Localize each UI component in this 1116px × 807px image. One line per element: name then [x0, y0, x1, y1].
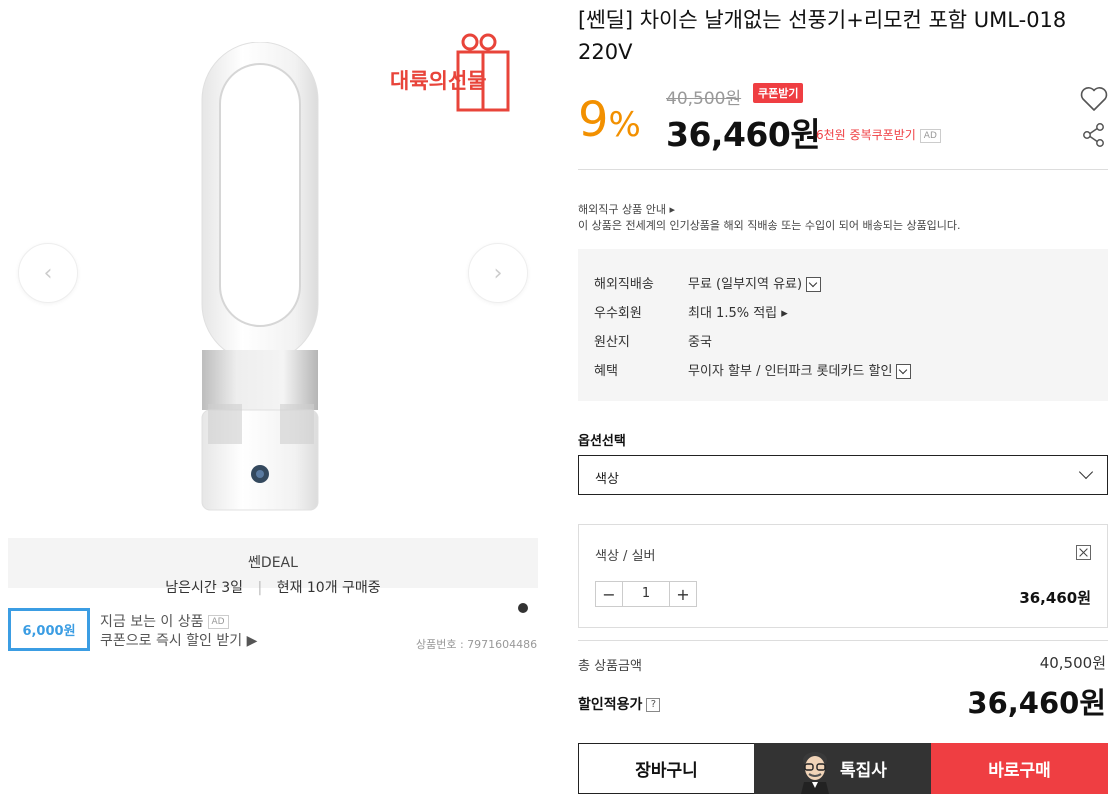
talk-assistant-label: 톡집사: [840, 761, 887, 781]
info-value-link[interactable]: 최대 1.5% 적립 ▸: [688, 302, 788, 321]
coupon-promo-link[interactable]: 쿠폰으로 즉시 할인 받기 ▶: [100, 630, 257, 650]
coupon-amount: 6,000원: [22, 624, 76, 639]
info-key: 해외직배송: [594, 277, 654, 292]
info-key: 혜택: [594, 364, 618, 379]
ad-badge: AD: [919, 128, 941, 143]
share-icon[interactable]: [1082, 122, 1106, 148]
help-icon[interactable]: ?: [646, 698, 661, 712]
gallery-indicator-dot[interactable]: [518, 603, 528, 613]
sale-price: 36,460원: [666, 115, 821, 154]
option-selected-value: 색상: [595, 472, 619, 487]
quantity-plus-button[interactable]: +: [670, 582, 696, 606]
deal-info: 남은시간 3일 | 현재 10개 구매중: [8, 577, 538, 597]
divider: [578, 640, 1108, 641]
total-label: 총 상품금액: [578, 659, 642, 674]
chevron-down-icon: [1078, 464, 1094, 480]
extra-coupon-link[interactable]: 6천원 중복쿠폰받기 AD: [816, 126, 941, 143]
divider: [578, 169, 1108, 170]
chevron-right-icon: ›: [493, 260, 503, 286]
assistant-avatar-icon: [801, 751, 830, 794]
info-value: 무이자 할부 / 인터파크 롯데카드 할인: [688, 360, 912, 379]
deal-buyers: 현재 10개 구매중: [276, 580, 381, 596]
coupon-promo-line1: 지금 보는 이 상품 AD: [100, 611, 229, 631]
info-key: 우수회원: [594, 306, 642, 321]
info-value: 중국: [688, 335, 712, 350]
overseas-info-link[interactable]: 해외직구 상품 안내 ▸: [578, 201, 675, 217]
gift-logo: 대륙의선물: [390, 33, 510, 112]
info-box: 해외직배송 무료 (일부지역 유료) 우수회원 최대 1.5% 적립 ▸ 원산지…: [578, 249, 1108, 401]
svg-text:대륙의선물: 대륙의선물: [390, 69, 487, 93]
deal-separator: |: [257, 580, 263, 596]
selected-option-price: 36,460원: [1019, 589, 1091, 607]
original-price: 40,500원: [666, 89, 742, 109]
total-value: 40,500원: [1039, 654, 1106, 672]
close-icon[interactable]: [1076, 545, 1091, 560]
gallery-prev-button[interactable]: ‹: [18, 243, 78, 303]
deal-time-left: 남은시간 3일: [165, 580, 244, 596]
chevron-left-icon: ‹: [43, 260, 53, 286]
ad-badge: AD: [207, 615, 229, 629]
product-gallery: ‹ › 대륙의선물: [0, 0, 555, 540]
product-image: [201, 42, 319, 511]
overseas-desc: 이 상품은 전세계의 인기상품을 해외 직배송 또는 수입이 되어 배송되는 상…: [578, 219, 961, 232]
selected-option-name: 색상 / 실버: [595, 549, 656, 564]
discount-label: 할인적용가?: [578, 694, 661, 714]
gallery-next-button[interactable]: ›: [468, 243, 528, 303]
chevron-down-icon[interactable]: [896, 364, 912, 379]
heart-icon[interactable]: [1080, 86, 1108, 112]
get-coupon-button[interactable]: 쿠폰받기: [753, 83, 804, 103]
option-select[interactable]: 색상: [578, 455, 1108, 495]
option-label: 옵션선택: [578, 434, 626, 449]
discount-percent: 9%: [578, 92, 641, 148]
product-number: 상품번호 : 7971604486: [416, 638, 538, 651]
quantity-input[interactable]: 1: [622, 582, 670, 606]
talk-assistant-button[interactable]: 톡집사: [754, 743, 931, 794]
quantity-stepper: − 1 +: [595, 581, 697, 607]
add-to-cart-button[interactable]: 장바구니: [578, 743, 755, 794]
deal-title: 쎈DEAL: [248, 555, 298, 571]
info-key: 원산지: [594, 335, 630, 350]
buy-now-button[interactable]: 바로구매: [931, 743, 1108, 794]
product-title: [쎈딜] 차이슨 날개없는 선풍기+리모컨 포함 UML-018 220V: [578, 8, 1067, 64]
coupon-thumbnail[interactable]: 6,000원: [8, 608, 90, 651]
quantity-minus-button[interactable]: −: [596, 582, 622, 606]
selected-option-box: 색상 / 실버 − 1 + 36,460원: [578, 524, 1108, 628]
discount-value: 36,460원: [967, 686, 1106, 720]
info-value: 무료 (일부지역 유료): [688, 273, 822, 292]
chevron-down-icon[interactable]: [806, 277, 822, 292]
